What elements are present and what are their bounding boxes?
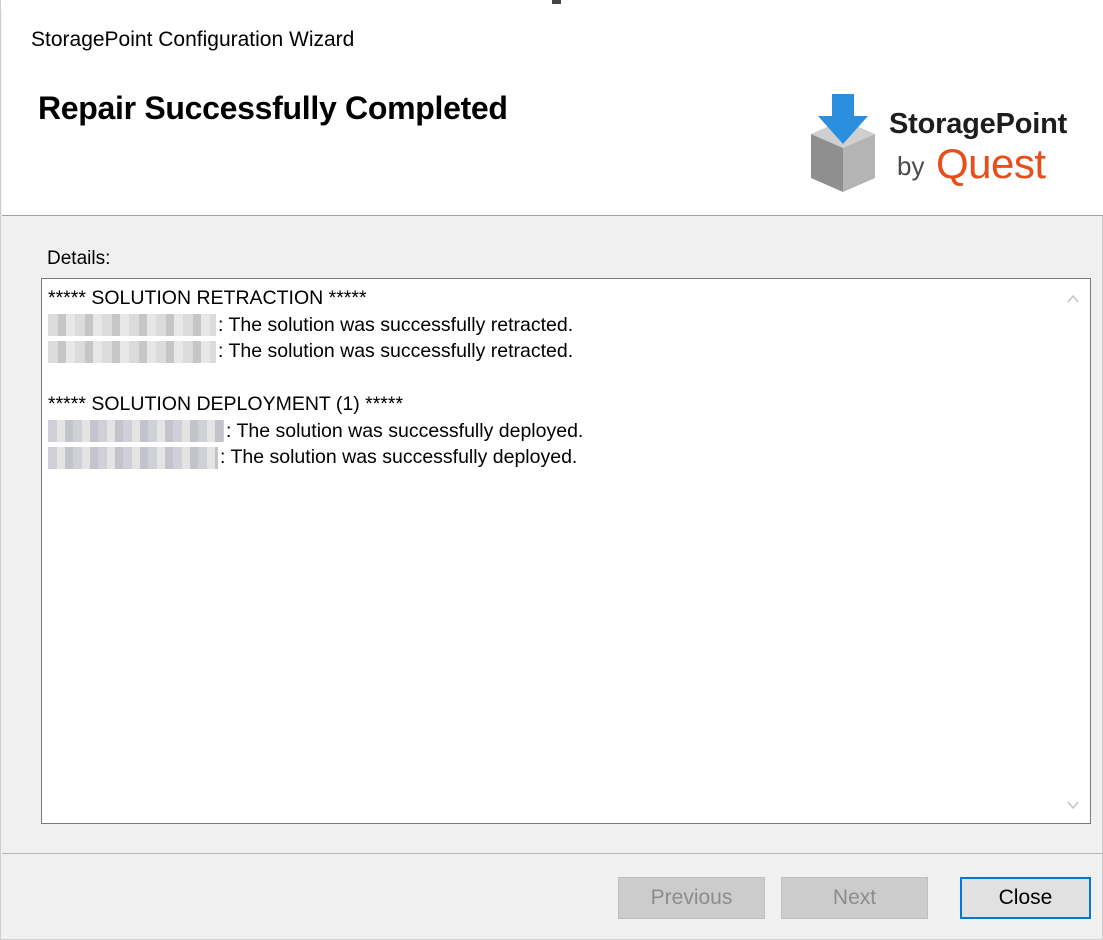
logo-brand-storagepoint: StoragePoint xyxy=(889,108,1068,140)
details-lines: ***** SOLUTION RETRACTION ***** : The so… xyxy=(48,285,583,471)
details-line: : The solution was successfully retracte… xyxy=(48,338,583,365)
wizard-window: StoragePoint Configuration Wizard Repair… xyxy=(0,0,1103,940)
storagepoint-logo: StoragePoint by Quest xyxy=(807,94,1077,204)
storagepoint-box-arrow-icon xyxy=(811,94,875,192)
window-title: StoragePoint Configuration Wizard xyxy=(31,28,355,51)
details-label: Details: xyxy=(47,248,111,269)
details-scrollbar[interactable] xyxy=(1056,279,1090,823)
chevron-up-icon[interactable] xyxy=(1065,291,1081,307)
next-button[interactable]: Next xyxy=(781,877,928,919)
chevron-down-icon[interactable] xyxy=(1065,797,1081,813)
details-line-text: ***** SOLUTION DEPLOYMENT (1) ***** xyxy=(48,393,404,415)
details-line-text: : The solution was successfully deployed… xyxy=(226,419,584,442)
logo-brand-quest: Quest xyxy=(936,140,1046,187)
details-line: : The solution was successfully deployed… xyxy=(48,418,583,445)
details-line-text: ***** SOLUTION RETRACTION ***** xyxy=(48,287,367,309)
logo-brand-by: by xyxy=(897,151,925,181)
redacted-server-name xyxy=(48,446,218,469)
details-line-text: : The solution was successfully deployed… xyxy=(220,446,578,468)
details-line: ***** SOLUTION DEPLOYMENT (1) ***** xyxy=(48,391,583,418)
close-button[interactable]: Close xyxy=(960,877,1091,919)
page-title: Repair Successfully Completed xyxy=(38,90,508,126)
details-line-text: : The solution was successfully retracte… xyxy=(218,340,574,362)
details-line xyxy=(48,365,583,392)
details-line: : The solution was successfully retracte… xyxy=(48,312,583,339)
top-edge-mark xyxy=(552,0,561,4)
details-line: ***** SOLUTION RETRACTION ***** xyxy=(48,285,583,312)
redacted-server-name xyxy=(48,420,224,443)
details-line-text: : The solution was successfully retracte… xyxy=(218,313,574,336)
footer-separator xyxy=(2,853,1103,854)
window-top-edge xyxy=(1,0,1103,10)
wizard-header: StoragePoint Configuration Wizard Repair… xyxy=(2,10,1103,216)
redacted-server-name xyxy=(48,340,216,363)
redacted-server-name xyxy=(48,314,216,337)
details-line: : The solution was successfully deployed… xyxy=(48,444,583,471)
details-textbox[interactable]: ***** SOLUTION RETRACTION ***** : The so… xyxy=(41,278,1091,824)
previous-button[interactable]: Previous xyxy=(618,877,765,919)
